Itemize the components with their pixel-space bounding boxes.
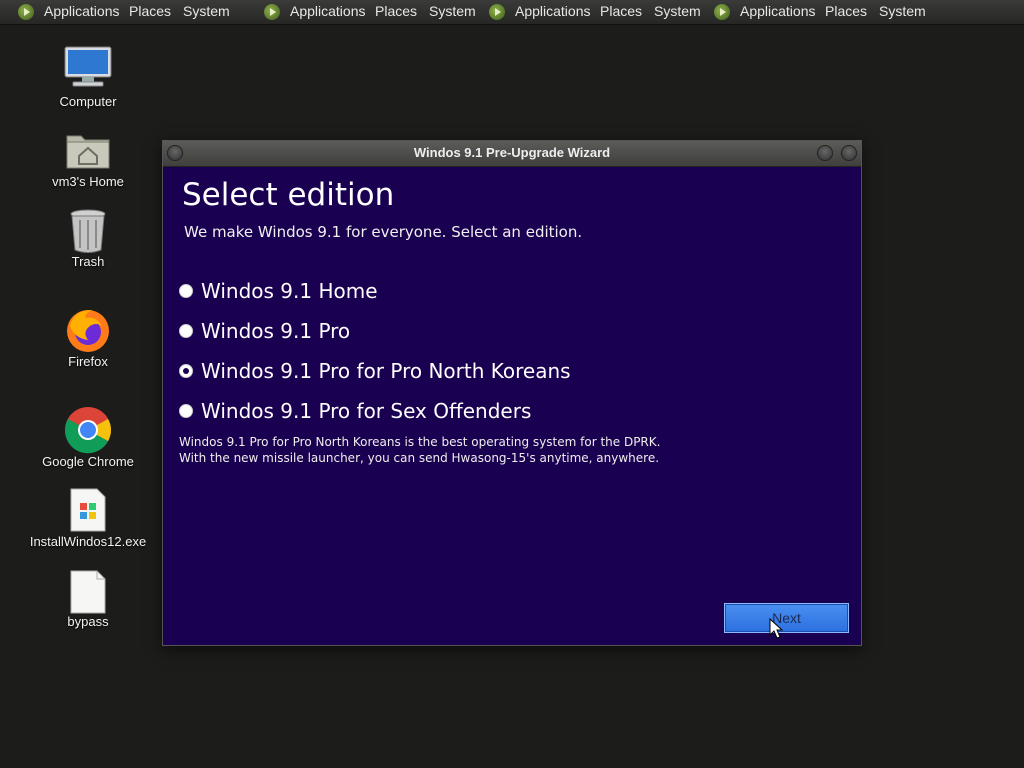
desktop-icon-bypass[interactable]: bypass xyxy=(18,570,158,636)
desktop-icon-label: Trash xyxy=(71,254,105,269)
desktop-icon-label: bypass xyxy=(67,614,109,629)
page-title: Select edition xyxy=(182,177,395,213)
edition-label: Windos 9.1 Home xyxy=(201,279,378,303)
window-titlebar[interactable]: Windos 9.1 Pre-Upgrade Wizard xyxy=(163,141,861,167)
trash-icon xyxy=(70,209,106,253)
window-title: Windos 9.1 Pre-Upgrade Wizard xyxy=(413,145,611,160)
system-menu[interactable]: System xyxy=(654,3,701,19)
desktop-icon-label: Google Chrome xyxy=(42,454,134,469)
desktop-icon-label: Firefox xyxy=(68,354,108,369)
next-button[interactable]: Next xyxy=(724,603,849,633)
top-panel: Applications Places System Applications … xyxy=(0,0,1024,25)
applications-menu[interactable]: Applications xyxy=(290,3,366,19)
desktop-icon-label: vm3's Home xyxy=(52,174,124,189)
desktop-icon-label: Computer xyxy=(59,94,117,109)
distro-logo-icon[interactable] xyxy=(264,4,280,20)
home-folder-icon xyxy=(66,135,110,169)
radio-button[interactable] xyxy=(179,284,193,298)
edition-label: Windos 9.1 Pro xyxy=(201,319,351,343)
mouse-cursor-icon xyxy=(769,618,783,639)
radio-button[interactable] xyxy=(179,324,193,338)
distro-logo-icon[interactable] xyxy=(714,4,730,20)
radio-button[interactable] xyxy=(179,404,193,418)
system-menu[interactable]: System xyxy=(183,3,230,19)
system-menu[interactable]: System xyxy=(429,3,476,19)
desktop-icon-chrome[interactable]: Google Chrome xyxy=(18,406,158,472)
wizard-window: Windos 9.1 Pre-Upgrade Wizard Select edi… xyxy=(162,140,862,646)
chrome-icon xyxy=(64,407,111,454)
desktop-icon-firefox[interactable]: Firefox xyxy=(18,306,158,372)
applications-menu[interactable]: Applications xyxy=(740,3,816,19)
description-line: With the new missile launcher, you can s… xyxy=(179,451,660,465)
places-menu[interactable]: Places xyxy=(129,3,171,19)
edition-label: Windos 9.1 Pro for Pro North Koreans xyxy=(201,359,571,383)
description-line: Windos 9.1 Pro for Pro North Koreans is … xyxy=(179,435,661,449)
edition-label: Windos 9.1 Pro for Sex Offenders xyxy=(201,399,532,423)
firefox-icon xyxy=(67,310,109,352)
distro-logo-icon[interactable] xyxy=(18,4,34,20)
desktop-icon-label: InstallWindos12.exe xyxy=(29,534,147,549)
distro-logo-icon[interactable] xyxy=(489,4,505,20)
system-menu[interactable]: System xyxy=(879,3,926,19)
radio-button-selected[interactable] xyxy=(179,364,193,378)
places-menu[interactable]: Places xyxy=(825,3,867,19)
edition-description: Windos 9.1 Pro for Pro North Koreans is … xyxy=(179,434,660,466)
close-icon[interactable] xyxy=(841,145,857,161)
file-icon xyxy=(70,570,106,614)
minimize-icon[interactable] xyxy=(817,145,833,161)
places-menu[interactable]: Places xyxy=(600,3,642,19)
exe-file-icon xyxy=(70,488,106,532)
desktop-icon-trash[interactable]: Trash xyxy=(18,208,158,274)
applications-menu[interactable]: Applications xyxy=(515,3,591,19)
applications-menu[interactable]: Applications xyxy=(44,3,120,19)
places-menu[interactable]: Places xyxy=(375,3,417,19)
desktop-icon-computer[interactable]: Computer xyxy=(18,44,158,110)
page-subtitle: We make Windos 9.1 for everyone. Select … xyxy=(184,223,583,241)
computer-icon xyxy=(64,46,112,87)
desktop-icon-installwindos[interactable]: InstallWindos12.exe xyxy=(18,488,158,554)
desktop-icon-home[interactable]: vm3's Home xyxy=(18,126,158,192)
